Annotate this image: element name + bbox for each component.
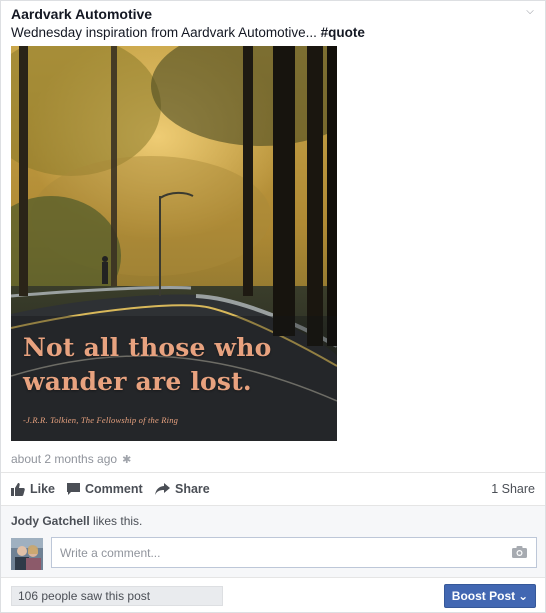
share-arrow-icon bbox=[155, 483, 170, 495]
likes-suffix: likes this. bbox=[89, 514, 143, 528]
likes-summary: Jody Gatchell likes this. bbox=[11, 514, 142, 528]
share-label: Share bbox=[175, 482, 210, 496]
comment-input[interactable]: Write a comment... bbox=[51, 537, 537, 568]
avatar[interactable] bbox=[11, 538, 43, 570]
liker-name-link[interactable]: Jody Gatchell bbox=[11, 514, 90, 528]
quote-line-1: Not all those who bbox=[23, 333, 272, 362]
like-button[interactable]: Like bbox=[11, 482, 55, 496]
comment-label: Comment bbox=[85, 482, 143, 496]
post-photo[interactable]: Not all those who wander are lost. -J.R.… bbox=[11, 46, 337, 441]
share-button[interactable]: Share bbox=[155, 482, 210, 496]
reach-bar[interactable]: 106 people saw this post bbox=[11, 586, 223, 606]
facebook-post: ⌵ Aardvark Automotive Wednesday inspirat… bbox=[0, 0, 546, 613]
caption-text: Wednesday inspiration from Aardvark Auto… bbox=[11, 25, 321, 40]
boost-label: Boost Post bbox=[451, 589, 516, 603]
user-photo bbox=[11, 538, 43, 570]
gear-icon[interactable]: ✱ bbox=[122, 453, 131, 466]
post-caption: Wednesday inspiration from Aardvark Auto… bbox=[11, 25, 365, 40]
comment-button[interactable]: Comment bbox=[67, 482, 143, 496]
post-footer: 106 people saw this post Boost Post ⌄ bbox=[1, 577, 545, 612]
like-label: Like bbox=[30, 482, 56, 496]
quote-attribution: -J.R.R. Tolkien, The Fellowship of the R… bbox=[23, 415, 179, 425]
timestamp-link[interactable]: about 2 months ago bbox=[11, 452, 117, 466]
camera-icon[interactable] bbox=[512, 546, 527, 558]
quote-text: Not all those who wander are lost. bbox=[23, 331, 272, 399]
chevron-down-icon: ⌄ bbox=[518, 589, 529, 603]
hashtag-link[interactable]: #quote bbox=[321, 25, 365, 40]
page-name-link[interactable]: Aardvark Automotive bbox=[11, 6, 152, 22]
action-bar: Like Comment Share 1 Share bbox=[1, 472, 545, 505]
speech-bubble-icon bbox=[67, 483, 80, 495]
quote-line-2: wander are lost. bbox=[23, 367, 252, 396]
feedback-section: Jody Gatchell likes this. Write a commen… bbox=[1, 505, 545, 577]
share-count-link[interactable]: 1 Share bbox=[491, 482, 535, 496]
post-meta: about 2 months ago ✱ bbox=[11, 452, 131, 466]
comment-placeholder: Write a comment... bbox=[60, 546, 161, 560]
chevron-down-icon[interactable]: ⌵ bbox=[523, 5, 537, 19]
thumbs-up-icon bbox=[11, 482, 25, 496]
boost-post-button[interactable]: Boost Post ⌄ bbox=[444, 584, 536, 608]
